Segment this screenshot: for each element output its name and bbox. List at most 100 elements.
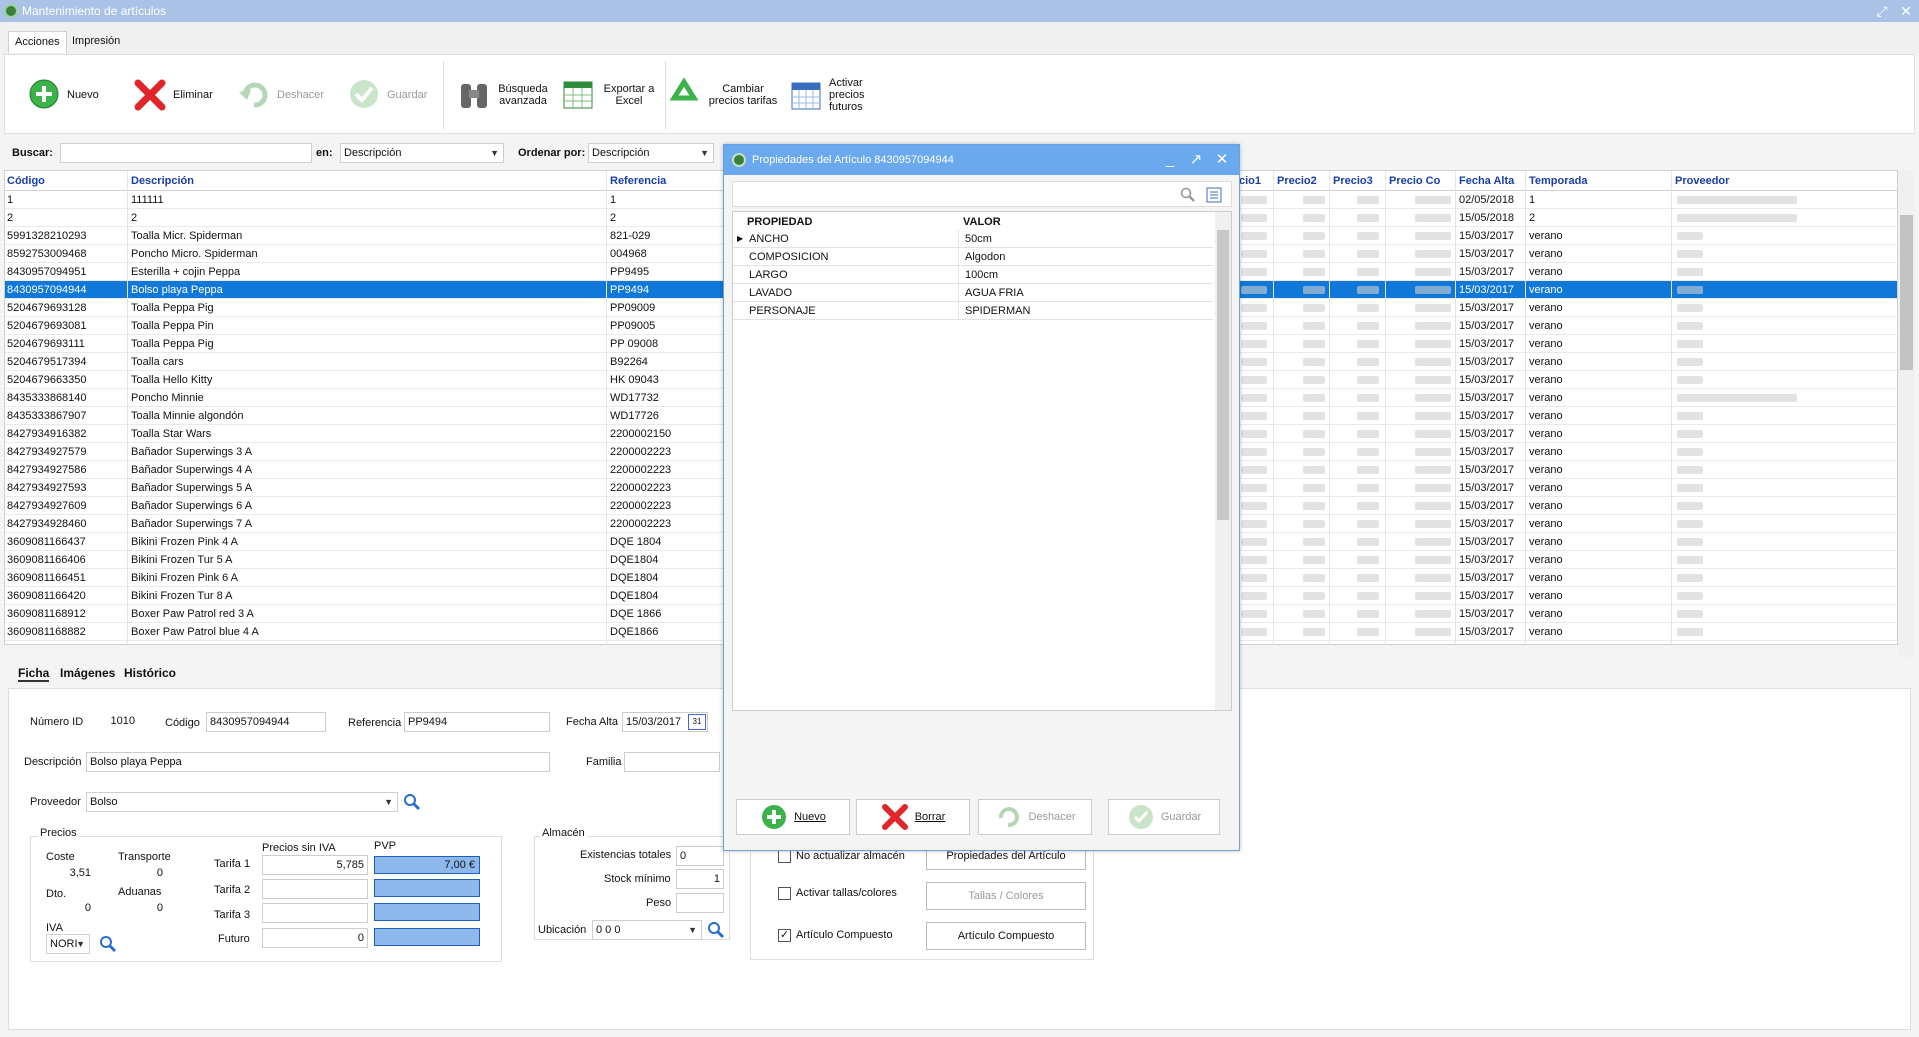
futuro-field[interactable]: 0 — [262, 928, 368, 948]
col-temporada[interactable]: Temporada — [1527, 171, 1587, 191]
search-icon[interactable] — [1179, 186, 1197, 204]
no-actualizar-checkbox[interactable] — [778, 850, 791, 863]
dto-field[interactable]: 0 — [46, 899, 94, 919]
cell-fecha: 15/03/2017 — [1459, 590, 1515, 602]
activar-tallas-checkbox[interactable] — [778, 887, 791, 900]
familia-field[interactable] — [624, 752, 720, 772]
property-row[interactable]: COMPOSICION Algodon — [733, 248, 1213, 266]
blurred-cell — [1241, 286, 1267, 294]
undo-icon — [239, 82, 268, 108]
nuevo-button[interactable]: Nuevo — [27, 63, 99, 127]
articulo-compuesto-checkbox[interactable]: ✓ — [778, 929, 791, 942]
cell-descripcion: Bañador Superwings 4 A — [131, 464, 253, 476]
dialog-scroll-thumb[interactable] — [1217, 230, 1229, 520]
close-icon[interactable]: ✕ — [1210, 145, 1234, 175]
add-icon — [762, 805, 787, 829]
almacen-label: Almacén — [540, 826, 587, 840]
property-name: PERSONAJE — [747, 302, 959, 320]
tab-historico[interactable]: Histórico — [124, 666, 176, 680]
stock-field[interactable]: 1 — [676, 869, 724, 889]
cambiar-precios-button[interactable]: Cambiar precios tarifas — [667, 63, 779, 127]
tarifa2-field[interactable] — [262, 879, 368, 899]
existencias-field[interactable]: 0 — [676, 846, 724, 866]
col-precio2[interactable]: Precio2 — [1275, 171, 1317, 191]
property-row[interactable]: ▶ ANCHO 50cm — [733, 230, 1213, 248]
cell-fecha: 15/03/2017 — [1459, 446, 1515, 458]
tallas-colores-button[interactable]: Tallas / Colores — [926, 882, 1086, 910]
aduanas-field[interactable]: 0 — [118, 899, 166, 919]
tab-acciones[interactable]: Acciones — [8, 31, 67, 53]
col-proveedor[interactable]: Proveedor — [1673, 171, 1729, 191]
blurred-cell — [1303, 538, 1325, 546]
activar-precios-button[interactable]: Activar precios futuros — [789, 63, 869, 127]
col-codigo[interactable]: Código — [5, 171, 45, 191]
calendar-icon[interactable]: 31 — [688, 714, 706, 730]
dialog-nuevo-button[interactable]: Nuevo — [736, 799, 850, 835]
pvp3-field[interactable] — [374, 903, 480, 921]
cell-fecha: 15/03/2017 — [1459, 374, 1515, 386]
grid-scroll-thumb[interactable] — [1900, 215, 1913, 370]
cell-temporada: verano — [1529, 266, 1563, 278]
tab-ficha[interactable]: Ficha — [18, 666, 50, 682]
exportar-excel-button[interactable]: Exportar a Excel — [561, 63, 657, 127]
dialog-toolbar — [732, 181, 1232, 207]
col-precio-co[interactable]: Precio Co — [1387, 171, 1440, 191]
search-icon[interactable] — [706, 920, 726, 940]
col-propiedad[interactable]: PROPIEDAD — [747, 216, 812, 228]
eliminar-button[interactable]: Eliminar — [133, 63, 213, 127]
cell-descripcion: 111111 — [131, 194, 164, 206]
search-field-select[interactable]: Descripción — [340, 143, 504, 163]
col-fecha-alta[interactable]: Fecha Alta — [1457, 171, 1514, 191]
proveedor-select[interactable]: Bolso — [86, 792, 398, 812]
blurred-proveedor — [1677, 574, 1703, 582]
tarifa3-field[interactable] — [262, 903, 368, 923]
restore-icon[interactable]: ⤢ — [1871, 0, 1893, 22]
cell-referencia: DQE1804 — [610, 554, 659, 566]
blurred-cell — [1415, 520, 1451, 528]
minimize-icon[interactable]: _ — [1158, 145, 1182, 175]
descripcion-field[interactable]: Bolso playa Peppa — [86, 752, 550, 772]
blurred-cell — [1303, 340, 1325, 348]
maximize-icon[interactable]: ↗ — [1184, 145, 1208, 175]
blurred-proveedor — [1677, 340, 1703, 348]
dialog-borrar-button[interactable]: Borrar — [856, 799, 970, 835]
codigo-field[interactable]: 8430957094944 — [206, 712, 326, 732]
pvp2-field[interactable] — [374, 879, 480, 897]
coste-field[interactable]: 3,51 — [46, 864, 94, 884]
dialog-scrollbar[interactable] — [1215, 212, 1231, 710]
deshacer-button[interactable]: Deshacer — [237, 63, 324, 127]
col-referencia[interactable]: Referencia — [608, 171, 666, 191]
pvp-futuro-field[interactable] — [374, 928, 480, 946]
col-precio3[interactable]: Precio3 — [1331, 171, 1373, 191]
dialog-deshacer-button[interactable]: Deshacer — [978, 799, 1092, 835]
search-input[interactable] — [60, 143, 312, 163]
activar-tallas-label: Activar tallas/colores — [796, 887, 897, 899]
articulo-compuesto-button[interactable]: Artículo Compuesto — [926, 922, 1086, 950]
col-valor[interactable]: VALOR — [963, 216, 1001, 228]
tab-impresion[interactable]: Impresión — [66, 31, 126, 53]
property-row[interactable]: PERSONAJE SPIDERMAN — [733, 302, 1213, 320]
dialog-guardar-button[interactable]: Guardar — [1108, 799, 1220, 835]
order-select[interactable]: Descripción — [588, 143, 714, 163]
iva-select[interactable]: NORI — [46, 934, 90, 954]
tab-imagenes[interactable]: Imágenes — [60, 666, 115, 680]
col-precio1[interactable]: cio1 — [1237, 171, 1261, 191]
guardar-button[interactable]: Guardar — [347, 63, 427, 127]
peso-field[interactable] — [676, 893, 724, 913]
busqueda-avanzada-button[interactable]: Búsqueda avanzada — [457, 63, 549, 127]
search-icon[interactable] — [98, 934, 118, 954]
search-icon[interactable] — [402, 792, 422, 812]
cell-referencia: 2200002223 — [610, 482, 672, 494]
descripcion-label: Descripción — [24, 756, 82, 768]
property-row[interactable]: LAVADO AGUA FRIA — [733, 284, 1213, 302]
close-icon[interactable]: ✕ — [1895, 0, 1917, 22]
ubicacion-select[interactable]: 0 0 0 — [592, 920, 702, 940]
col-descripcion[interactable]: Descripción — [129, 171, 194, 191]
transporte-field[interactable]: 0 — [118, 864, 166, 884]
tarifa1-field[interactable]: 5,785 — [262, 855, 368, 875]
blurred-proveedor — [1677, 484, 1703, 492]
pvp1-field[interactable]: 7,00 € — [374, 856, 480, 874]
export-icon[interactable] — [1205, 186, 1223, 204]
referencia-field[interactable]: PP9494 — [404, 712, 550, 732]
property-row[interactable]: LARGO 100cm — [733, 266, 1213, 284]
